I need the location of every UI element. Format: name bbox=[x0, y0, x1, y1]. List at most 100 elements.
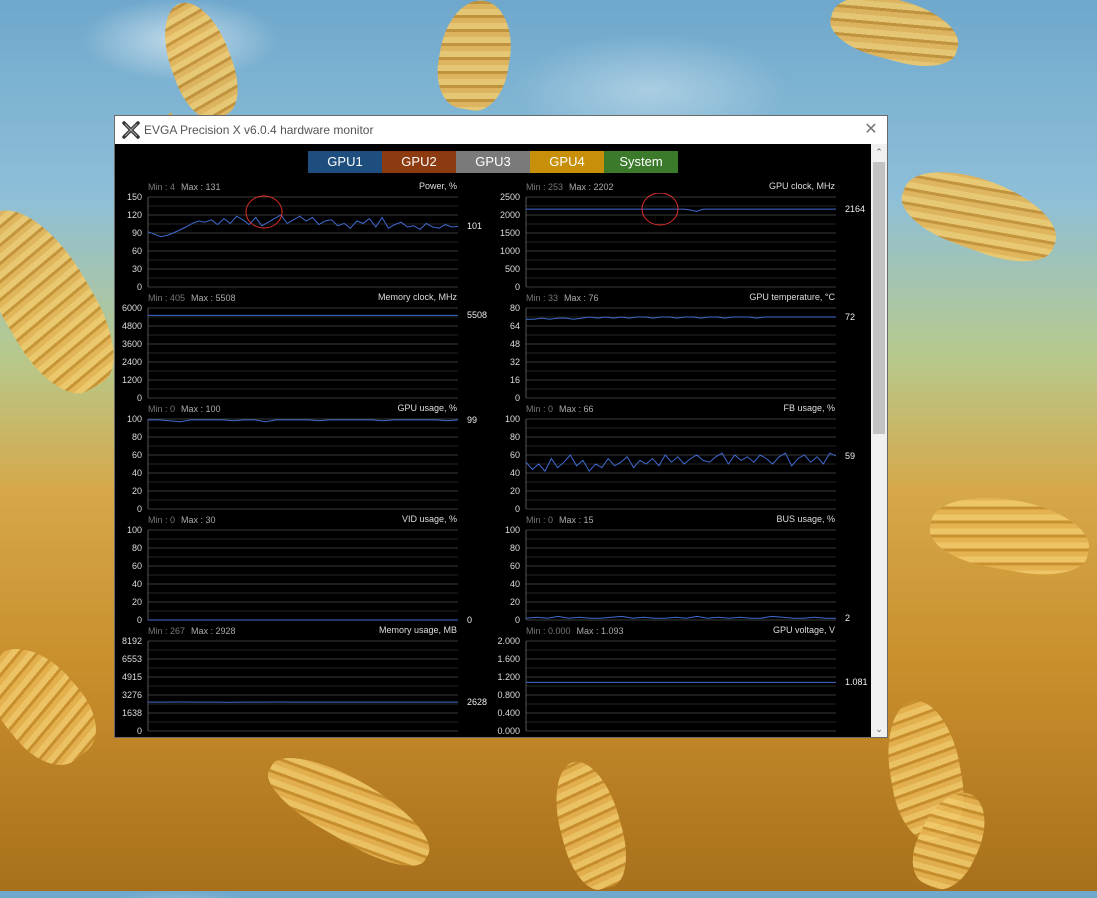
min-max-readout: Min : 0 Max : 100 bbox=[148, 404, 221, 414]
series-line bbox=[526, 453, 836, 471]
y-tick-label: 4915 bbox=[122, 672, 142, 682]
current-value: 2628 bbox=[467, 697, 487, 707]
wheat-stalk bbox=[151, 0, 248, 127]
close-button[interactable]: ✕ bbox=[861, 120, 881, 140]
current-value: 101 bbox=[467, 221, 482, 231]
y-tick-label: 20 bbox=[510, 486, 520, 496]
max-value: Max : 30 bbox=[181, 515, 216, 525]
hardware-monitor-window: EVGA Precision X v6.0.4 hardware monitor… bbox=[114, 115, 888, 738]
graph-vid-usage: Min : 0Max : 30VID usage, %1008060402000 bbox=[115, 511, 485, 622]
y-tick-label: 100 bbox=[505, 415, 520, 424]
y-tick-label: 20 bbox=[132, 597, 142, 607]
wheat-stalk bbox=[544, 754, 636, 895]
y-tick-label: 60 bbox=[132, 450, 142, 460]
min-value: Min : 0 bbox=[148, 404, 175, 414]
min-value: Min : 267 bbox=[148, 626, 185, 636]
y-tick-label: 1.200 bbox=[497, 672, 520, 682]
current-value: 59 bbox=[845, 451, 855, 461]
scroll-up-arrow-icon[interactable]: ⌃ bbox=[871, 144, 887, 160]
scroll-thumb[interactable] bbox=[873, 162, 885, 434]
wheat-stalk bbox=[824, 0, 965, 76]
graph-plot: 600048003600240012000 bbox=[115, 304, 460, 404]
graph-plot: 100806040200 bbox=[493, 415, 838, 515]
y-tick-label: 100 bbox=[505, 526, 520, 535]
graph-title: GPU usage, % bbox=[397, 403, 457, 413]
graph-title: Power, % bbox=[419, 181, 457, 191]
min-value: Min : 0.000 bbox=[526, 626, 571, 636]
graph-plot: 100806040200 bbox=[115, 526, 460, 626]
y-tick-label: 0.000 bbox=[497, 726, 520, 736]
graph-title: FB usage, % bbox=[783, 403, 835, 413]
current-value: 5508 bbox=[467, 310, 487, 320]
y-tick-label: 0.400 bbox=[497, 708, 520, 718]
y-tick-label: 1.600 bbox=[497, 654, 520, 664]
y-tick-label: 16 bbox=[510, 375, 520, 385]
y-tick-label: 1638 bbox=[122, 708, 142, 718]
y-tick-label: 40 bbox=[510, 579, 520, 589]
max-value: Max : 1.093 bbox=[577, 626, 624, 636]
current-value: 99 bbox=[467, 415, 477, 425]
y-tick-label: 120 bbox=[127, 210, 142, 220]
vertical-scrollbar[interactable]: ⌃ ⌄ bbox=[871, 144, 887, 737]
y-tick-label: 60 bbox=[132, 246, 142, 256]
y-tick-label: 40 bbox=[510, 468, 520, 478]
title-bar[interactable]: EVGA Precision X v6.0.4 hardware monitor… bbox=[115, 116, 887, 144]
graph-title: Memory usage, MB bbox=[379, 625, 457, 635]
graph-gpu-clock-mhz: Min : 253Max : 2202GPU clock, MHz2500200… bbox=[493, 178, 863, 289]
y-tick-label: 2400 bbox=[122, 357, 142, 367]
min-value: Min : 0 bbox=[526, 515, 553, 525]
graph-title: BUS usage, % bbox=[776, 514, 835, 524]
y-tick-label: 32 bbox=[510, 357, 520, 367]
y-tick-label: 80 bbox=[132, 432, 142, 442]
min-max-readout: Min : 0.000 Max : 1.093 bbox=[526, 626, 624, 636]
min-value: Min : 0 bbox=[526, 404, 553, 414]
y-tick-label: 2.000 bbox=[497, 637, 520, 646]
current-value: 2164 bbox=[845, 204, 865, 214]
y-tick-label: 80 bbox=[132, 543, 142, 553]
y-tick-label: 60 bbox=[510, 561, 520, 571]
graph-memory-clock-mhz: Min : 405Max : 5508Memory clock, MHz6000… bbox=[115, 289, 485, 400]
y-tick-label: 1200 bbox=[122, 375, 142, 385]
graph-memory-usage-mb: Min : 267Max : 2928Memory usage, MB81926… bbox=[115, 622, 485, 733]
current-value: 1.081 bbox=[845, 677, 868, 687]
series-line bbox=[526, 209, 836, 211]
y-tick-label: 20 bbox=[132, 486, 142, 496]
y-tick-label: 48 bbox=[510, 339, 520, 349]
tab-gpu2[interactable]: GPU2 bbox=[382, 151, 456, 173]
y-tick-label: 40 bbox=[132, 579, 142, 589]
tab-gpu1[interactable]: GPU1 bbox=[308, 151, 382, 173]
tab-system[interactable]: System bbox=[604, 151, 678, 173]
current-value: 72 bbox=[845, 312, 855, 322]
graph-plot: 819265534915327616380 bbox=[115, 637, 460, 737]
min-value: Min : 33 bbox=[526, 293, 558, 303]
scroll-down-arrow-icon[interactable]: ⌄ bbox=[871, 721, 887, 737]
wheat-stalk bbox=[893, 155, 1067, 276]
monitor-graphs: Min : 4Max : 131Power, %1501209060300101… bbox=[115, 178, 871, 738]
y-tick-label: 500 bbox=[505, 264, 520, 274]
y-tick-label: 100 bbox=[127, 415, 142, 424]
tab-gpu4[interactable]: GPU4 bbox=[530, 151, 604, 173]
max-value: Max : 2928 bbox=[191, 626, 236, 636]
y-tick-label: 80 bbox=[510, 432, 520, 442]
max-value: Max : 66 bbox=[559, 404, 594, 414]
min-value: Min : 0 bbox=[148, 515, 175, 525]
window-title: EVGA Precision X v6.0.4 hardware monitor bbox=[144, 123, 373, 137]
max-value: Max : 100 bbox=[181, 404, 221, 414]
max-value: Max : 76 bbox=[564, 293, 599, 303]
min-max-readout: Min : 33 Max : 76 bbox=[526, 293, 599, 303]
y-tick-label: 1000 bbox=[500, 246, 520, 256]
highlight-circle bbox=[246, 196, 282, 228]
tab-gpu3[interactable]: GPU3 bbox=[456, 151, 530, 173]
gpu-tab-bar: GPU1GPU2GPU3GPU4System bbox=[308, 151, 678, 173]
min-max-readout: Min : 0 Max : 66 bbox=[526, 404, 594, 414]
graph-plot: 80644832160 bbox=[493, 304, 838, 404]
graph-title: Memory clock, MHz bbox=[378, 292, 457, 302]
graph-plot: 100806040200 bbox=[115, 415, 460, 515]
graph-title: VID usage, % bbox=[402, 514, 457, 524]
wheat-stalk bbox=[0, 629, 112, 780]
y-tick-label: 3600 bbox=[122, 339, 142, 349]
wheat-stalk bbox=[925, 487, 1095, 584]
graph-fb-usage: Min : 0Max : 66FB usage, %10080604020059 bbox=[493, 400, 863, 511]
graph-bus-usage: Min : 0Max : 15BUS usage, %1008060402002 bbox=[493, 511, 863, 622]
y-tick-label: 30 bbox=[132, 264, 142, 274]
